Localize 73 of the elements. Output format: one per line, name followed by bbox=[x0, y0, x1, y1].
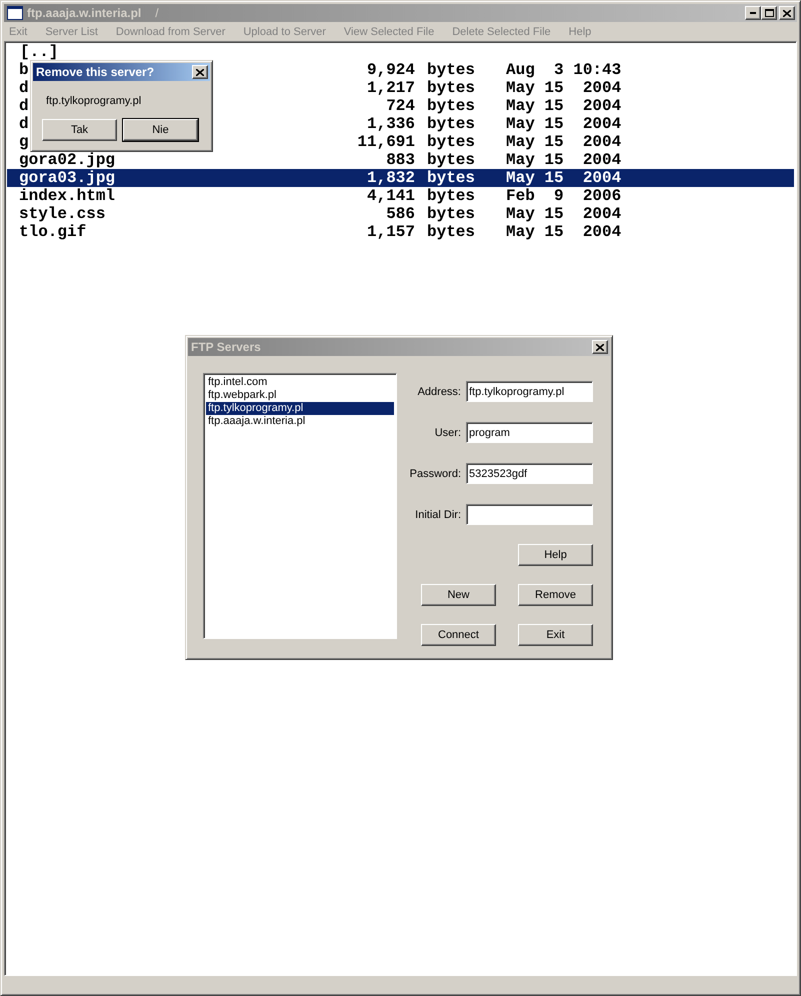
dialog-button[interactable]: New bbox=[421, 584, 496, 606]
size-unit: bytes bbox=[426, 151, 476, 169]
size-unit: bytes bbox=[426, 115, 476, 133]
file-size: 11,691 bbox=[356, 133, 415, 151]
file-name: tlo.gif bbox=[19, 223, 86, 241]
selected-file-row[interactable]: gora03.jpg 1,832 bytes May 15 2004 bbox=[7, 169, 794, 187]
dialog-button[interactable]: Help bbox=[518, 544, 593, 566]
file-name: gora03.jpg bbox=[19, 169, 116, 187]
file-date: May 15 2004 bbox=[506, 205, 622, 223]
window-icon bbox=[7, 6, 23, 20]
file-date: Aug 3 10:43 bbox=[506, 61, 622, 79]
close-icon bbox=[196, 68, 204, 76]
file-size: 1,157 bbox=[366, 223, 415, 241]
current-path: / bbox=[155, 6, 159, 20]
dialog-button[interactable]: Tak bbox=[42, 119, 117, 141]
file-date: Feb 9 2006 bbox=[506, 187, 622, 205]
file-size: 9,924 bbox=[366, 61, 415, 79]
size-unit: bytes bbox=[426, 133, 476, 151]
server-item[interactable]: ftp.tylkoprogramy.pl bbox=[206, 402, 394, 415]
file-name: style.css bbox=[19, 205, 106, 223]
file-date: May 15 2004 bbox=[506, 169, 622, 187]
file-name: b bbox=[19, 61, 29, 79]
dialog-button[interactable]: Remove bbox=[518, 584, 593, 606]
input-field[interactable] bbox=[466, 504, 593, 525]
dialog-button[interactable]: Connect bbox=[421, 624, 496, 646]
file-name: index.html bbox=[19, 187, 116, 205]
file-size: 1,336 bbox=[366, 115, 415, 133]
close-button[interactable] bbox=[192, 65, 208, 79]
parent-directory-entry[interactable]: [..] bbox=[7, 43, 794, 61]
dialog-button[interactable]: Exit bbox=[518, 624, 593, 646]
size-unit: bytes bbox=[426, 79, 476, 97]
file-name: g bbox=[19, 133, 29, 151]
minimize-icon bbox=[750, 12, 756, 14]
close-icon bbox=[783, 10, 791, 16]
field-label: User: bbox=[434, 426, 461, 438]
file-date: May 15 2004 bbox=[506, 79, 622, 97]
field-label: Initial Dir: bbox=[414, 508, 461, 520]
dialog-title: FTP Servers bbox=[191, 340, 261, 354]
file-date: May 15 2004 bbox=[506, 97, 622, 115]
server-item[interactable]: ftp.intel.com bbox=[206, 376, 394, 389]
input-field[interactable]: ftp.tylkoprogramy.pl bbox=[466, 381, 593, 402]
size-unit: bytes bbox=[426, 169, 476, 187]
window-title: ftp.aaaja.w.interia.pl bbox=[27, 6, 142, 20]
file-date: May 15 2004 bbox=[506, 115, 622, 133]
field-label: Address: bbox=[416, 386, 461, 398]
size-unit: bytes bbox=[426, 187, 476, 205]
size-unit: bytes bbox=[426, 61, 476, 79]
file-name: d bbox=[19, 115, 29, 133]
file-size: 724 bbox=[385, 97, 415, 115]
server-item[interactable]: ftp.webpark.pl bbox=[206, 389, 394, 402]
size-unit: bytes bbox=[426, 205, 476, 223]
input-field[interactable]: 5323523gdf bbox=[466, 463, 593, 484]
server-item[interactable]: ftp.aaaja.w.interia.pl bbox=[206, 415, 394, 428]
file-size: 586 bbox=[385, 205, 415, 223]
dialog-button[interactable]: Nie bbox=[123, 119, 198, 141]
file-name: gora02.jpg bbox=[19, 151, 116, 169]
field-label: Password: bbox=[408, 468, 461, 480]
size-unit: bytes bbox=[426, 223, 476, 241]
file-date: May 15 2004 bbox=[506, 223, 622, 241]
close-icon bbox=[596, 344, 604, 350]
input-field[interactable]: program bbox=[466, 422, 593, 443]
file-size: 883 bbox=[385, 151, 415, 169]
dialog-message: ftp.tylkoprogramy.pl bbox=[46, 95, 142, 107]
file-date: May 15 2004 bbox=[506, 151, 622, 169]
file-size: 4,141 bbox=[366, 187, 415, 205]
file-size: 1,217 bbox=[366, 79, 415, 97]
file-date: May 15 2004 bbox=[506, 133, 622, 151]
file-name: d bbox=[19, 79, 29, 97]
size-unit: bytes bbox=[426, 97, 476, 115]
dialog-title: Remove this server? bbox=[36, 65, 154, 79]
maximize-icon bbox=[764, 9, 774, 17]
file-name: d bbox=[19, 97, 29, 115]
file-size: 1,832 bbox=[366, 169, 415, 187]
